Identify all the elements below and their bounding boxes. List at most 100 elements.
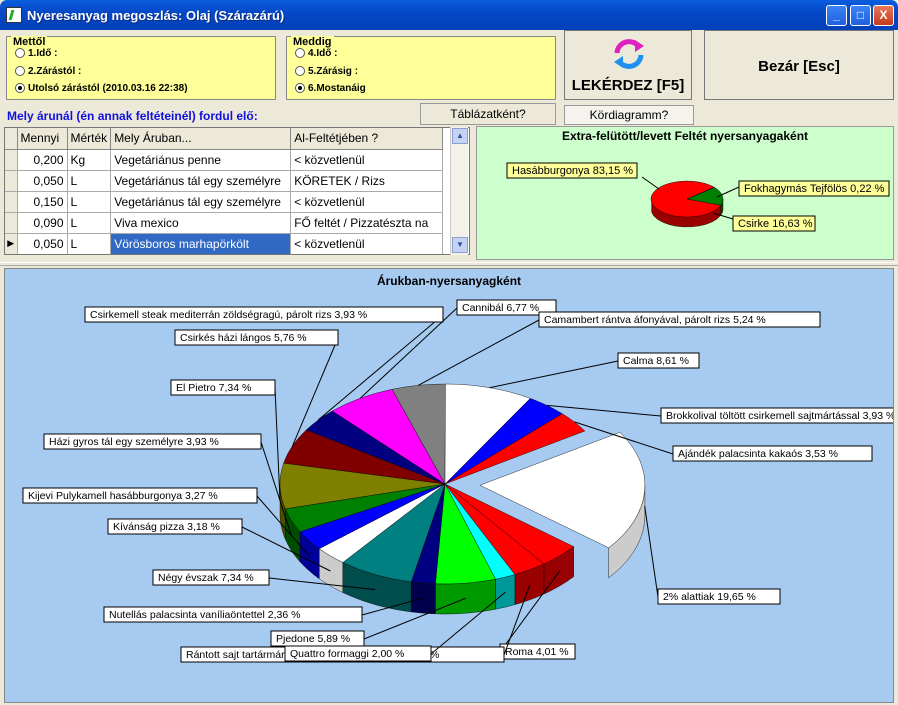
cell-unit[interactable]: L (67, 233, 112, 254)
close-button[interactable]: Bezár [Esc] (704, 30, 894, 100)
slice-label: Cannibál 6,77 % (462, 302, 539, 314)
row-selector-header (5, 128, 18, 150)
slice-label: Camambert rántva áfonyával, párolt rizs … (544, 314, 766, 326)
to-option-time-label: 4.Idő : (308, 48, 338, 59)
cell-subtopping[interactable]: < közvetlenül (290, 233, 444, 254)
app-icon (6, 7, 22, 23)
cell-subtopping[interactable]: FŐ feltét / Pizzatészta na (290, 212, 444, 234)
slice-label: Roma 4,01 % (505, 646, 569, 658)
close-window-button[interactable]: X (873, 5, 894, 26)
label-leader-line (644, 506, 659, 598)
list-heading: Mely árunál (én annak feltéteinél) fordu… (7, 109, 258, 123)
product-usage-chart: Árukban-nyersanyagként 2% alattiak 19,65… (4, 268, 894, 703)
column-header-unit[interactable]: Mérték (67, 128, 112, 150)
table-row[interactable]: 0,050 L Vegetáriánus tál egy személyre K… (5, 170, 444, 192)
from-option-close[interactable]: 2.Zárástól : (15, 66, 81, 77)
cell-subtopping[interactable]: < közvetlenül (290, 191, 444, 213)
row-selector[interactable] (5, 170, 18, 192)
label-leader-line (418, 319, 540, 386)
slice-label: 2% alattiak 19,65 % (663, 591, 756, 603)
to-option-close-label: 5.Zárásig : (308, 66, 359, 77)
minimize-button[interactable]: _ (826, 5, 847, 26)
extra-topping-chart: Extra-felütött/levett Feltét nyersanyaga… (476, 126, 894, 260)
pie-slice-side (435, 578, 496, 615)
tab-pie-view[interactable]: Kördiagramm? (564, 105, 694, 125)
to-option-now-label: 6.Mostanáig (308, 83, 366, 94)
slice-label: Brokkolival töltött csirkemell sajtmártá… (666, 410, 893, 422)
slice-label: Csirkés házi lángos 5,76 % (180, 332, 307, 344)
splitter[interactable] (0, 262, 898, 266)
grid-scrollbar[interactable]: ▲ ▼ (450, 127, 468, 255)
row-selector[interactable] (5, 191, 18, 213)
column-header-quantity[interactable]: Mennyi (17, 128, 68, 150)
table-row-selected[interactable]: ▶ 0,050 L Vörösboros marhapörkölt < közv… (5, 233, 444, 254)
cell-product[interactable]: Vegetáriánus penne (110, 149, 292, 171)
slice-label: Négy évszak 7,34 % (158, 572, 254, 584)
cell-product[interactable]: Vegetáriánus tál egy személyre (110, 170, 292, 192)
to-group-title: Meddig (291, 36, 334, 48)
grid-header-row: Mennyi Mérték Mely Áruban... Al-Feltétjé… (5, 128, 444, 150)
row-pointer-icon[interactable]: ▶ (5, 233, 18, 254)
slice-label: Csirkemell steak mediterrán zöldségragú,… (90, 309, 367, 321)
cell-quantity[interactable]: 0,200 (17, 149, 68, 171)
column-header-subtopping[interactable]: Al-Feltétjében ? (290, 128, 444, 150)
cell-quantity[interactable]: 0,050 (17, 233, 68, 254)
slice-label: Csirke 16,63 % (738, 218, 813, 230)
to-option-time[interactable]: 4.Idő : (295, 48, 337, 59)
slice-label: Nutellás palacsinta vaníliaöntettel 2,36… (109, 609, 300, 621)
from-option-last-close[interactable]: Utolsó zárástól (2010.03.16 22:38) (15, 83, 188, 94)
slice-label: Házi gyros tál egy személyre 3,93 % (49, 436, 219, 448)
maximize-button[interactable]: □ (850, 5, 871, 26)
radio-icon (15, 48, 25, 58)
cell-product[interactable]: Vörösboros marhapörkölt (110, 233, 292, 254)
radio-icon (295, 66, 305, 76)
row-selector[interactable] (5, 149, 18, 171)
radio-icon (295, 48, 305, 58)
radio-selected-icon (295, 83, 305, 93)
radio-icon (15, 66, 25, 76)
table-row[interactable]: 0,200 Kg Vegetáriánus penne < közvetlenü… (5, 149, 444, 171)
window-title: Nyeresanyag megoszlás: Olaj (Szárazárú) (27, 8, 285, 23)
label-leader-line (274, 387, 281, 502)
cell-quantity[interactable]: 0,150 (17, 191, 68, 213)
cell-product[interactable]: Viva mexico (110, 212, 292, 234)
cell-quantity[interactable]: 0,050 (17, 170, 68, 192)
slice-label: Quattro formaggi 2,00 % (290, 648, 404, 660)
from-option-time-label: 1.Idő : (28, 48, 58, 59)
title-bar: Nyeresanyag megoszlás: Olaj (Szárazárú) … (0, 0, 898, 30)
slice-label: Kívánság pizza 3,18 % (113, 521, 220, 533)
column-header-product[interactable]: Mely Áruban... (110, 128, 292, 150)
cell-subtopping[interactable]: KÖRETEK / Rizs (290, 170, 444, 192)
slice-label: Ajándék palacsinta kakaós 3,53 % (678, 448, 838, 460)
table-row[interactable]: 0,090 L Viva mexico FŐ feltét / Pizzatés… (5, 212, 444, 234)
pie-slice-side (495, 574, 516, 610)
tab-table-view[interactable]: Táblázatként? (420, 103, 556, 125)
to-option-now[interactable]: 6.Mostanáig (295, 83, 366, 94)
to-option-close[interactable]: 5.Zárásig : (295, 66, 358, 77)
cell-product[interactable]: Vegetáriánus tál egy személyre (110, 191, 292, 213)
slice-label: Kijevi Pulykamell hasábburgonya 3,27 % (28, 490, 218, 502)
radio-selected-icon (15, 83, 25, 93)
query-button-label: LEKÉRDEZ [F5] (571, 77, 685, 94)
cell-subtopping[interactable]: < közvetlenül (290, 149, 444, 171)
cell-unit[interactable]: L (67, 170, 112, 192)
scroll-up-icon[interactable]: ▲ (452, 128, 468, 144)
slice-label: Fokhagymás Tejfölös 0,22 % (744, 183, 885, 195)
cell-unit[interactable]: Kg (67, 149, 112, 171)
refresh-icon (614, 39, 644, 69)
query-button[interactable]: LEKÉRDEZ [F5] (564, 30, 692, 100)
slice-label: Calma 8,61 % (623, 355, 689, 367)
from-group: Mettől 1.Idő : 2.Zárástól : Utolsó zárás… (6, 36, 276, 100)
table-row[interactable]: 0,150 L Vegetáriánus tál egy személyre <… (5, 191, 444, 213)
cell-unit[interactable]: L (67, 191, 112, 213)
slice-label: El Pietro 7,34 % (176, 382, 251, 394)
from-option-close-label: 2.Zárástól : (28, 66, 82, 77)
scroll-down-icon[interactable]: ▼ (452, 237, 468, 253)
product-usage-pie: 2% alattiak 19,65 %Roma 4,01 %Rántott sa… (22, 299, 893, 663)
extra-topping-pie: Hasábburgonya 83,15 % Fokhagymás Tejfölö… (506, 162, 890, 232)
cell-quantity[interactable]: 0,090 (17, 212, 68, 234)
cell-unit[interactable]: L (67, 212, 112, 234)
row-selector[interactable] (5, 212, 18, 234)
label-leader-line (489, 360, 619, 389)
from-option-time[interactable]: 1.Idő : (15, 48, 57, 59)
